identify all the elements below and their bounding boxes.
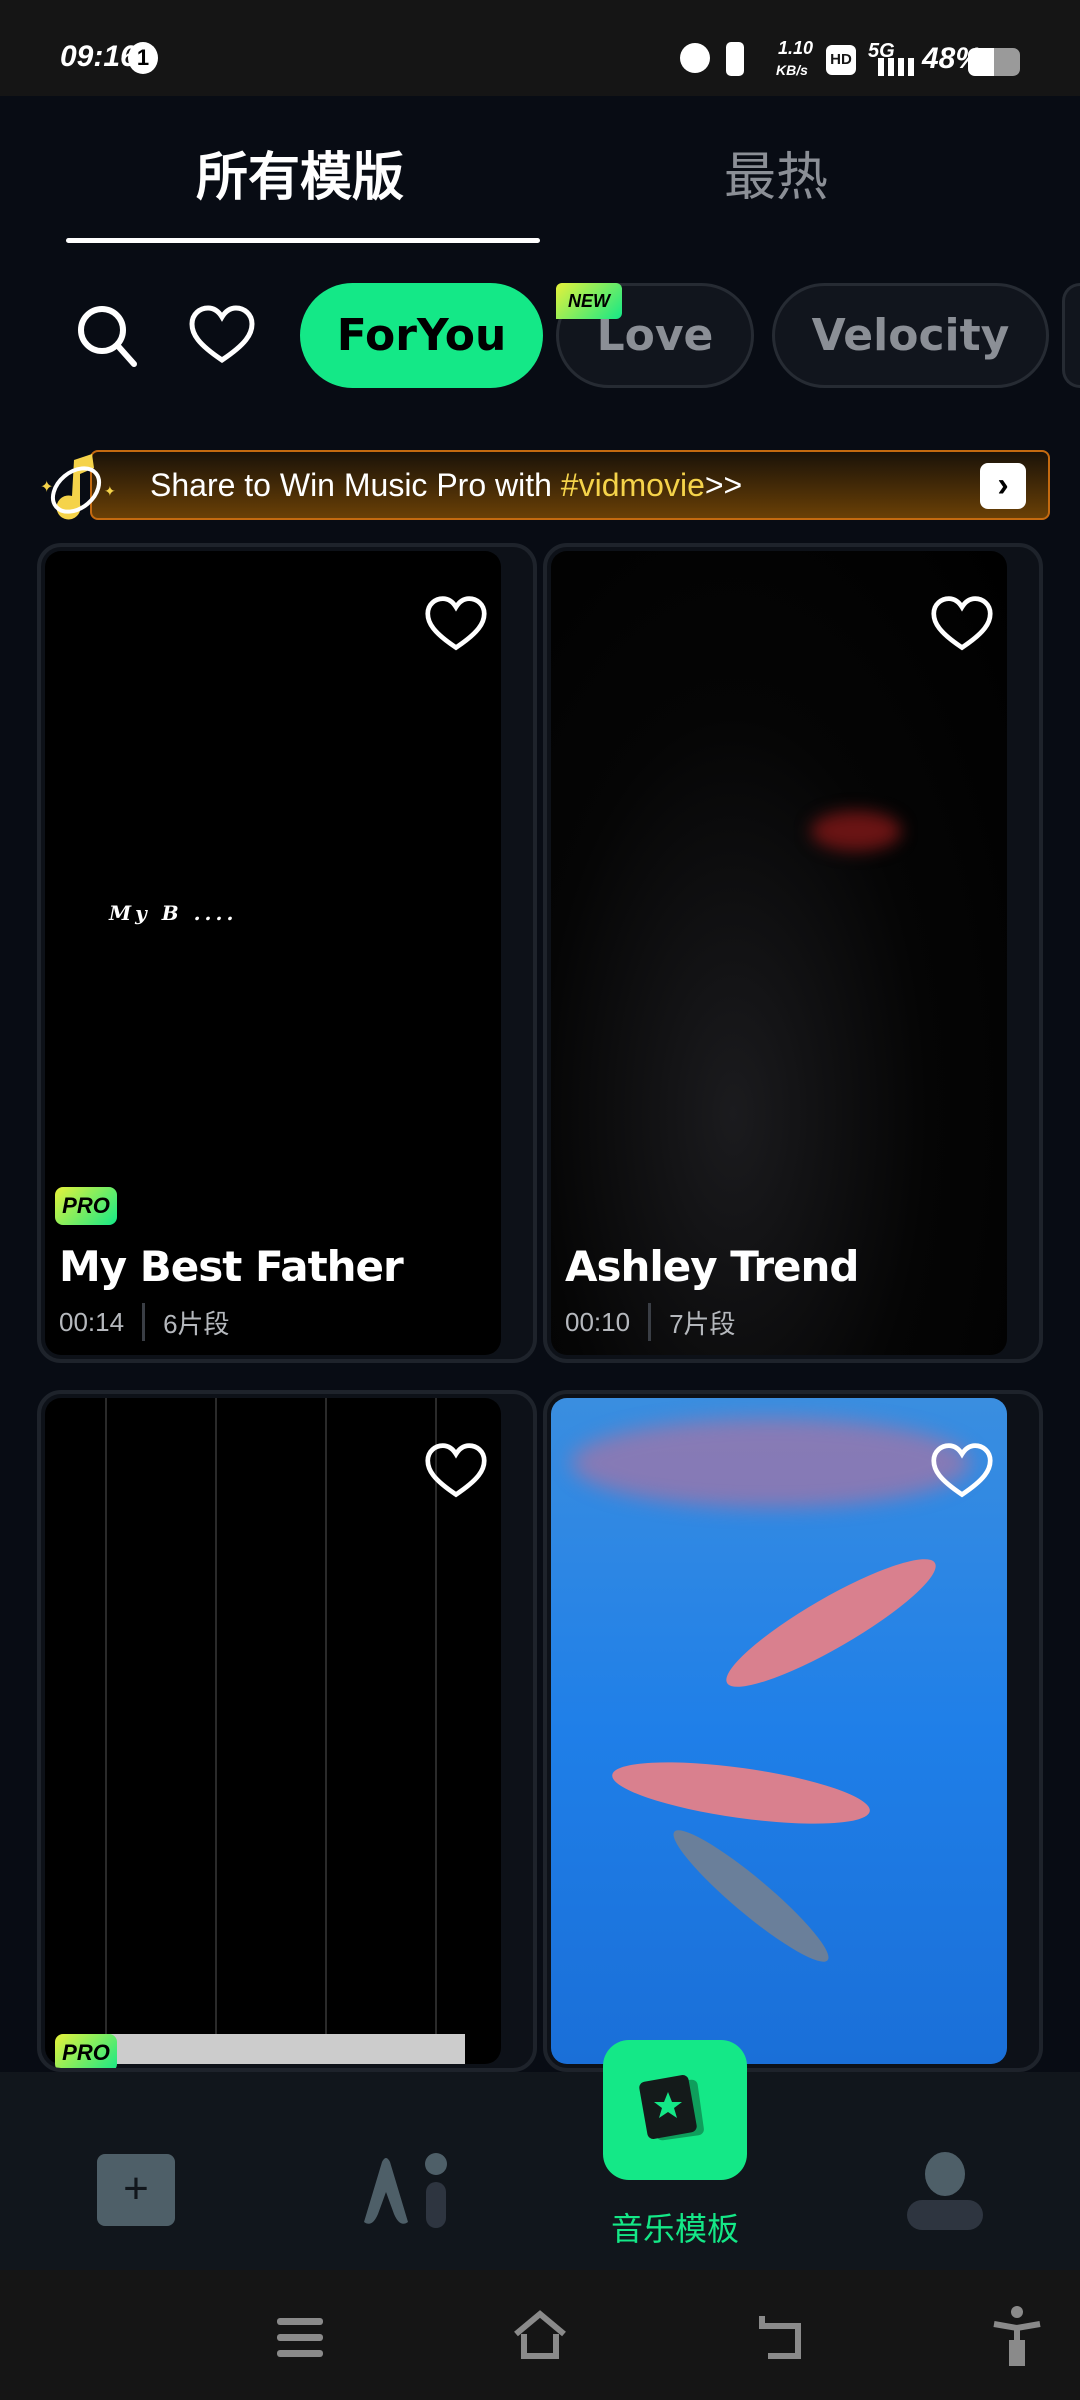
net-speed: 1.10	[778, 38, 814, 58]
chip-foryou[interactable]: ForYou	[300, 283, 543, 388]
accessibility-icon[interactable]	[992, 2306, 1042, 2368]
favorites-heart-icon[interactable]	[188, 304, 256, 366]
music-note-icon: ✦ ✦	[40, 454, 116, 520]
card-clips: 7片段	[669, 1308, 736, 1339]
nav-templates-label[interactable]: 音乐模板	[540, 2204, 810, 2250]
template-card[interactable]: My B .... PRO My Best Father 00:14 6片段	[37, 543, 537, 1363]
status-time: 09:16	[60, 40, 137, 73]
banner-text: Share to Win Music Pro with	[150, 466, 561, 503]
tab-all-templates[interactable]: 所有模版	[196, 135, 404, 210]
card-duration: 00:14	[59, 1306, 125, 1337]
promo-banner[interactable]: Share to Win Music Pro with #vidmovie >> …	[90, 450, 1050, 520]
card-meta: 00:14 6片段	[59, 1303, 230, 1341]
bottom-nav: + 音乐模板	[0, 2072, 1080, 2270]
card-title: My Best Father	[59, 1242, 404, 1291]
notification-count: 1	[128, 42, 158, 74]
tab-underline	[66, 238, 540, 243]
vibrate-icon	[726, 42, 744, 76]
pro-badge: PRO	[55, 2034, 117, 2068]
search-icon[interactable]	[72, 300, 142, 370]
net-unit: KB/s	[776, 62, 808, 78]
card-duration: 00:10	[565, 1306, 631, 1337]
banner-hashtag: #vidmovie	[560, 466, 705, 503]
template-card[interactable]: Ashley Trend 00:10 7片段	[543, 543, 1043, 1363]
create-plus-icon[interactable]: +	[97, 2154, 175, 2226]
thumbnail-overlay-text: My B ....	[109, 901, 238, 925]
nav-templates-button[interactable]	[603, 2040, 747, 2180]
favorite-heart-icon[interactable]	[930, 592, 994, 656]
chip-velocity[interactable]: Velocity	[772, 283, 1049, 388]
card-title: Ashley Trend	[565, 1242, 859, 1291]
profile-icon[interactable]	[905, 2152, 985, 2232]
signal-icon	[878, 58, 914, 76]
menu-icon[interactable]	[277, 2318, 323, 2358]
battery-icon	[968, 48, 1020, 76]
status-bar: 09:16 1 1.10 KB/s HD 5G 48%	[0, 0, 1080, 96]
system-nav-bar	[0, 2270, 1080, 2400]
pro-badge: PRO	[55, 1187, 117, 1225]
template-star-icon	[639, 2075, 704, 2141]
svg-text:✦: ✦	[104, 483, 116, 499]
card-thumbnail: My B ....	[45, 551, 501, 1355]
favorite-heart-icon[interactable]	[930, 1439, 994, 1503]
template-card[interactable]: PRO	[37, 1390, 537, 2072]
hd-icon: HD	[826, 45, 856, 75]
banner-arrow-button[interactable]: ›	[980, 463, 1026, 509]
ai-icon[interactable]	[360, 2152, 456, 2228]
back-icon[interactable]	[756, 2312, 806, 2360]
alarm-icon	[680, 43, 710, 73]
new-badge: NEW	[556, 283, 622, 319]
chip-more[interactable]	[1062, 283, 1080, 388]
card-meta: 00:10 7片段	[565, 1303, 736, 1341]
svg-text:✦: ✦	[40, 479, 53, 496]
banner-suffix: >>	[704, 466, 743, 503]
favorite-heart-icon[interactable]	[424, 592, 488, 656]
tab-hot[interactable]: 最热	[724, 135, 828, 210]
card-thumbnail	[551, 551, 1007, 1355]
card-clips: 6片段	[163, 1308, 230, 1339]
home-icon[interactable]	[512, 2310, 568, 2360]
favorite-heart-icon[interactable]	[424, 1439, 488, 1503]
template-card[interactable]	[543, 1390, 1043, 2072]
